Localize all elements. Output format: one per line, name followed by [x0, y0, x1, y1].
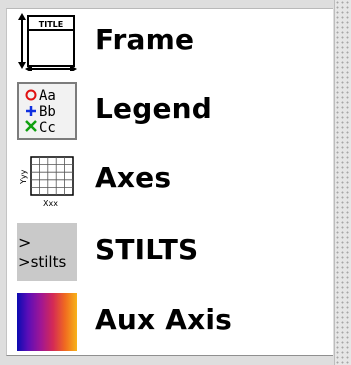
legend-icon: Aa Bb Cc	[17, 82, 77, 140]
stilts-icon-prompt: >	[18, 233, 32, 252]
axes-icon-ylabel: Yyy	[19, 169, 28, 185]
axes-grid-icon: Xxx Yyy	[19, 156, 74, 208]
control-item-label-legend: Legend	[95, 92, 213, 125]
control-stack-list[interactable]: TITLE Frame Aa Bb Cc Legend Xxx Yyy Axes…	[6, 8, 333, 356]
control-item-stilts[interactable]: > >stilts STILTS	[17, 219, 327, 281]
control-item-legend[interactable]: Aa Bb Cc Legend	[17, 78, 327, 140]
control-item-label-aux-axis: Aux Axis	[95, 303, 233, 336]
control-item-frame[interactable]: TITLE Frame	[17, 9, 327, 71]
axes-icon-xlabel: Xxx	[43, 199, 58, 208]
stilts-icon-command: >stilts	[18, 253, 67, 271]
vertical-scrollbar[interactable]	[334, 0, 351, 365]
control-item-axes[interactable]: Xxx Yyy Axes	[17, 147, 327, 208]
legend-icon-row-cc: Cc	[39, 120, 56, 136]
frame-title-icon: TITLE	[18, 13, 77, 71]
legend-icon-row-aa: Aa	[39, 88, 56, 104]
control-item-label-stilts: STILTS	[95, 233, 199, 266]
control-item-aux-axis[interactable]: Aux Axis	[17, 289, 327, 351]
control-item-label-axes: Axes	[95, 161, 172, 194]
legend-red-marker-icon	[25, 89, 37, 101]
stilts-command-icon: > >stilts	[17, 223, 77, 281]
legend-icon-row-bb: Bb	[39, 104, 56, 120]
frame-icon-title-text: TITLE	[39, 20, 63, 29]
aux-axis-colormap-icon	[17, 293, 77, 351]
control-item-label-frame: Frame	[95, 23, 195, 56]
control-stack-panel: TITLE Frame Aa Bb Cc Legend Xxx Yyy Axes…	[0, 0, 351, 365]
